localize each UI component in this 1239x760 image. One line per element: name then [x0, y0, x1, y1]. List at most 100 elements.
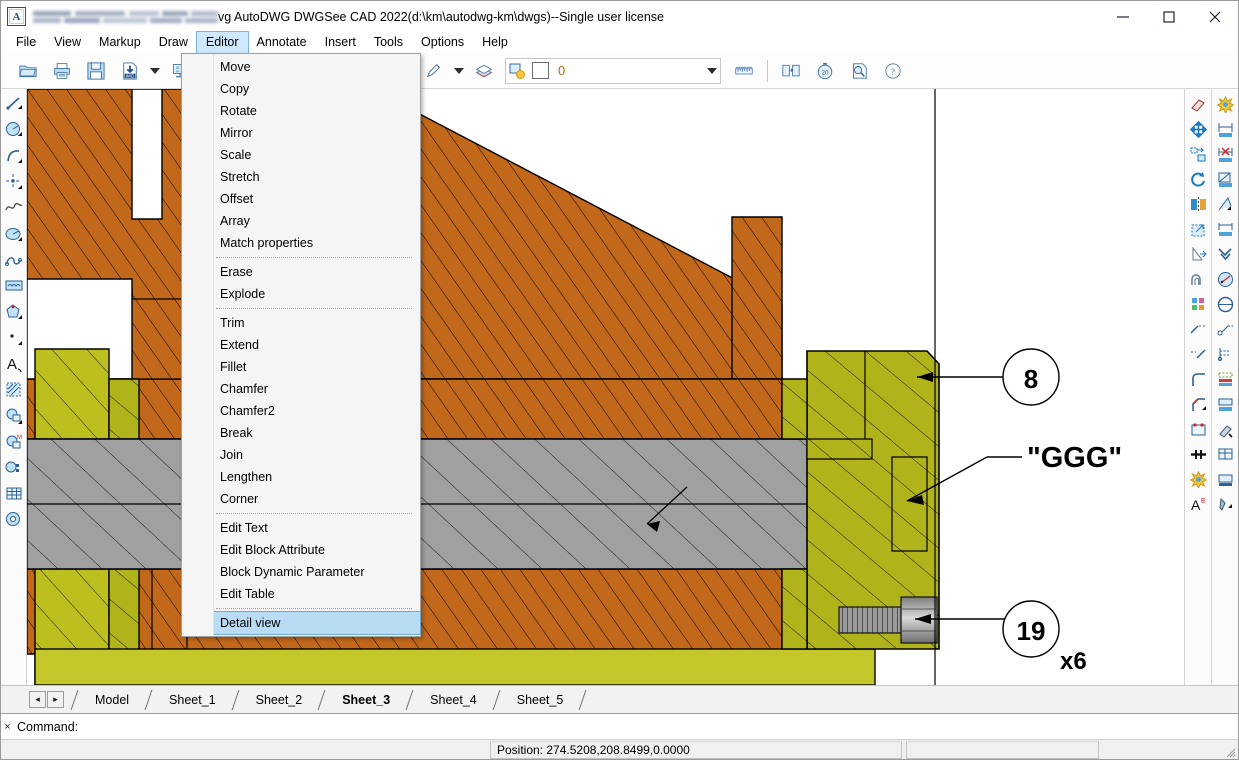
menu-item-match-properties[interactable]: Match properties	[182, 232, 420, 254]
menu-file[interactable]: File	[7, 32, 45, 53]
menu-item-copy[interactable]: Copy	[182, 78, 420, 100]
menu-item-edit-text[interactable]: AE Edit Text	[182, 517, 420, 539]
menu-item-array[interactable]: Array	[182, 210, 420, 232]
trim-icon[interactable]	[1186, 317, 1211, 342]
menu-tools[interactable]: Tools	[365, 32, 412, 53]
menu-item-fillet[interactable]: Fillet	[182, 356, 420, 378]
help-icon[interactable]: ?	[878, 56, 908, 86]
menu-item-offset[interactable]: Offset	[182, 188, 420, 210]
scale-icon[interactable]	[1186, 217, 1211, 242]
menu-item-edit-table[interactable]: E Edit Table	[182, 583, 420, 605]
polyline-icon[interactable]	[2, 247, 26, 273]
zoom-window-icon[interactable]	[844, 56, 874, 86]
menu-draw[interactable]: Draw	[150, 32, 197, 53]
measure-icon[interactable]	[729, 56, 759, 86]
offset-icon[interactable]	[1186, 267, 1211, 292]
chevron-down-icon[interactable]	[704, 56, 720, 86]
menu-editor[interactable]: Editor	[195, 31, 249, 54]
break-icon[interactable]	[1186, 417, 1211, 442]
polygon-icon[interactable]	[2, 299, 26, 325]
text-icon[interactable]: A	[2, 351, 26, 377]
menu-help[interactable]: Help	[473, 32, 517, 53]
layer-color-swatch[interactable]	[532, 62, 549, 79]
menu-markup[interactable]: Markup	[90, 32, 150, 53]
menu-item-move[interactable]: Move	[182, 56, 420, 78]
dim-arc-icon[interactable]	[1213, 292, 1238, 317]
block-icon[interactable]	[2, 403, 26, 429]
tab-prev-button[interactable]: ◂	[29, 691, 46, 708]
close-icon[interactable]: ×	[1, 714, 14, 740]
donut-icon[interactable]	[2, 507, 26, 533]
menu-options[interactable]: Options	[412, 32, 473, 53]
pen-icon[interactable]	[419, 56, 449, 86]
menu-item-extend[interactable]: Extend	[182, 334, 420, 356]
block-attr-icon[interactable]	[2, 455, 26, 481]
dim-angular-icon[interactable]	[1213, 192, 1238, 217]
menu-item-break[interactable]: Break	[182, 422, 420, 444]
menu-item-chamfer2[interactable]: Chamfer2	[182, 400, 420, 422]
menu-item-explode[interactable]: Explode	[182, 283, 420, 305]
dim-table-icon[interactable]	[1213, 442, 1238, 467]
dim-diameter-icon[interactable]	[1213, 267, 1238, 292]
point-icon[interactable]	[2, 169, 26, 195]
join-icon[interactable]	[1186, 442, 1211, 467]
copy-icon[interactable]	[1186, 142, 1211, 167]
editor-dropdown-menu[interactable]: Move Copy Rotate Mirror Scale Stretch Of…	[181, 53, 421, 637]
dim-baseline-icon[interactable]	[1213, 217, 1238, 242]
minimize-button[interactable]	[1100, 1, 1146, 32]
menu-item-detail-view[interactable]: Detail view	[181, 611, 421, 635]
layers-icon[interactable]	[469, 56, 499, 86]
dim-style-icon[interactable]	[1213, 467, 1238, 492]
menu-view[interactable]: View	[45, 32, 90, 53]
close-button[interactable]	[1192, 1, 1238, 32]
chevron-down-icon[interactable]	[451, 56, 467, 86]
array-icon[interactable]	[1186, 292, 1211, 317]
move-icon[interactable]	[1186, 117, 1211, 142]
timer-icon[interactable]: 20	[810, 56, 840, 86]
chamfer-icon[interactable]	[1186, 392, 1211, 417]
circle-icon[interactable]	[2, 117, 26, 143]
layer-selector[interactable]: 0	[505, 56, 721, 86]
eraser-icon[interactable]	[1186, 92, 1211, 117]
menu-item-lengthen[interactable]: Lengthen	[182, 466, 420, 488]
menu-item-rotate[interactable]: Rotate	[182, 100, 420, 122]
menu-insert[interactable]: Insert	[316, 32, 365, 53]
stretch-icon[interactable]	[1186, 242, 1211, 267]
maximize-button[interactable]	[1146, 1, 1192, 32]
tab-sheet-3[interactable]: Sheet_3	[328, 690, 404, 710]
menu-item-join[interactable]: Join	[182, 444, 420, 466]
explode-icon[interactable]	[1186, 467, 1211, 492]
tab-sheet-1[interactable]: Sheet_1	[155, 690, 230, 710]
block-make-icon[interactable]: M	[2, 429, 26, 455]
menu-annotate[interactable]: Annotate	[248, 32, 316, 53]
ellipse-icon[interactable]	[2, 221, 26, 247]
tab-sheet-4[interactable]: Sheet_4	[416, 690, 491, 710]
menu-item-block-dynamic-parameter[interactable]: E Block Dynamic Parameter	[182, 561, 420, 583]
table-icon[interactable]	[2, 481, 26, 507]
edit-text-icon[interactable]: AE	[1186, 492, 1211, 517]
multileader-icon[interactable]	[1213, 417, 1238, 442]
tab-sheet-2[interactable]: Sheet_2	[242, 690, 317, 710]
dim-linear-icon[interactable]	[1213, 117, 1238, 142]
extend-icon[interactable]	[1186, 342, 1211, 367]
open-folder-icon[interactable]	[13, 56, 43, 86]
dot-icon[interactable]	[2, 325, 26, 351]
mirror-icon[interactable]	[1186, 192, 1211, 217]
leader-simple-icon[interactable]	[1213, 317, 1238, 342]
menu-item-erase[interactable]: Erase	[182, 261, 420, 283]
dim-jog-icon[interactable]	[1213, 342, 1238, 367]
print-icon[interactable]	[47, 56, 77, 86]
tab-sheet-5[interactable]: Sheet_5	[503, 690, 578, 710]
menu-item-scale[interactable]: Scale	[182, 144, 420, 166]
dim-delete-icon[interactable]	[1213, 142, 1238, 167]
menu-item-corner[interactable]: Corner	[182, 488, 420, 510]
export-image-icon[interactable]: IMG	[115, 56, 145, 86]
resize-grip-icon[interactable]	[1224, 746, 1236, 758]
dim-aligned-icon[interactable]	[1213, 167, 1238, 192]
tab-next-button[interactable]: ▸	[47, 691, 64, 708]
hatch-icon[interactable]	[2, 377, 26, 403]
dim-continue-icon[interactable]	[1213, 242, 1238, 267]
dim-tool-icon[interactable]	[1213, 492, 1238, 517]
fillet-icon[interactable]	[1186, 367, 1211, 392]
menu-item-edit-block-attribute[interactable]: E Edit Block Attribute	[182, 539, 420, 561]
